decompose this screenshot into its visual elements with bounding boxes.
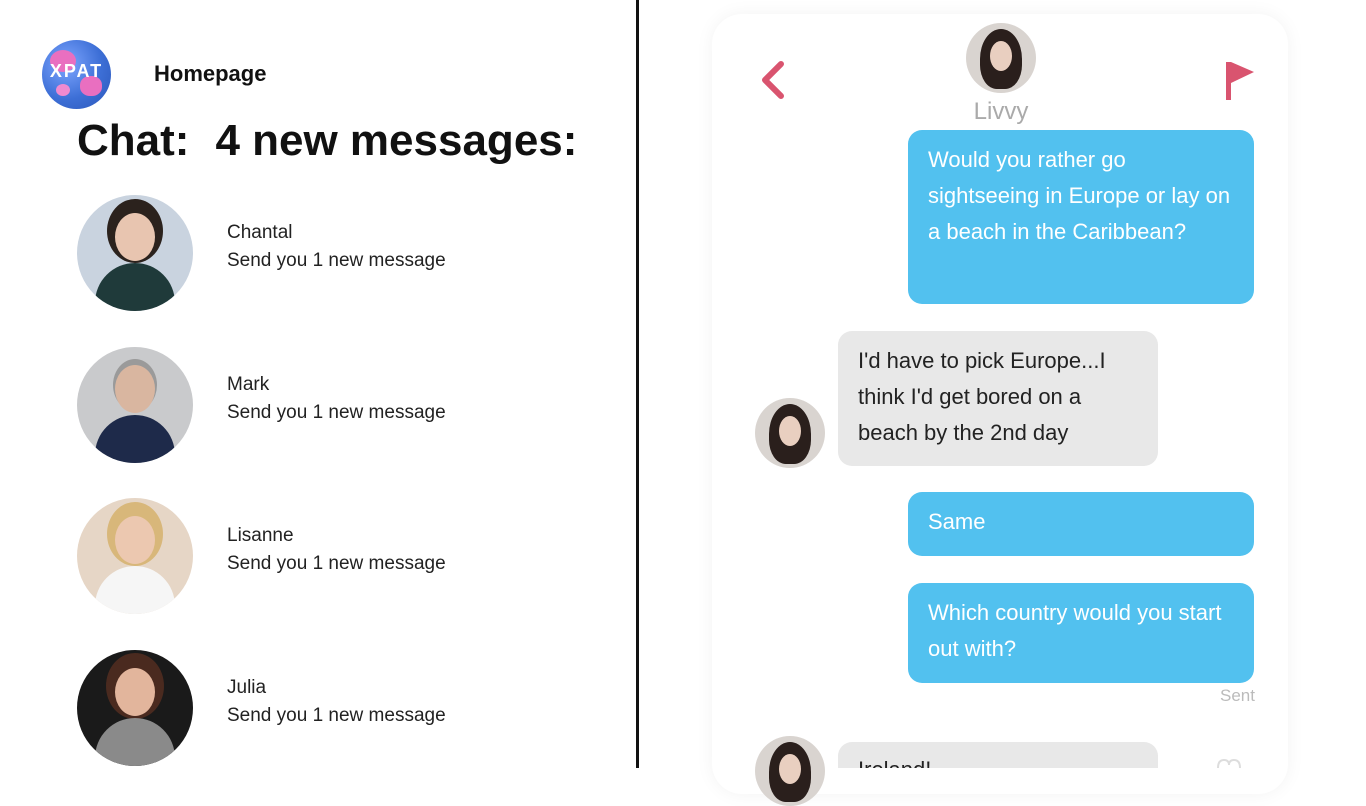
avatar-face (990, 41, 1012, 71)
message-bubble-outgoing: Which country would you start out with? (908, 583, 1254, 683)
contact-item-julia[interactable]: Julia Send you 1 new message (77, 650, 597, 766)
peer-avatar[interactable] (966, 23, 1036, 93)
avatar (77, 195, 193, 311)
contact-name: Chantal (227, 222, 293, 243)
contact-item-lisanne[interactable]: Lisanne Send you 1 new message (77, 498, 597, 614)
avatar-head (115, 668, 155, 716)
panel-divider (636, 0, 639, 768)
avatar-head (115, 365, 155, 413)
xpat-logo[interactable]: XPAT (42, 40, 111, 109)
contact-message: Send you 1 new message (227, 553, 446, 574)
flag-icon[interactable] (1220, 56, 1260, 104)
contacts-panel: XPAT Homepage Chat: 4 new messages: Chant… (0, 0, 636, 768)
homepage-link[interactable]: Homepage (154, 61, 266, 87)
contact-message: Send you 1 new message (227, 705, 446, 726)
peer-avatar-small (755, 736, 825, 806)
avatar-head (115, 516, 155, 564)
contact-item-mark[interactable]: Mark Send you 1 new message (77, 347, 597, 463)
avatar-body (95, 718, 175, 766)
peer-avatar-small (755, 398, 825, 468)
message-status: Sent (1220, 686, 1255, 705)
avatar (77, 498, 193, 614)
page-title: Chat: 4 new messages: (77, 116, 577, 166)
contact-item-chantal[interactable]: Chantal Send you 1 new message (77, 195, 597, 311)
contact-message: Send you 1 new message (227, 250, 446, 271)
heart-icon[interactable] (1214, 758, 1244, 768)
avatar-head (115, 213, 155, 261)
message-bubble-outgoing: Would you rather go sightseeing in Europ… (908, 130, 1254, 304)
contact-name: Lisanne (227, 525, 294, 546)
message-bubble-incoming: I'd have to pick Europe...I think I'd ge… (838, 331, 1158, 466)
new-messages-count: 4 new messages: (215, 116, 578, 165)
chat-label: Chat: (77, 116, 190, 165)
peer-name: Livvy (973, 98, 1029, 125)
avatar-body (95, 566, 175, 614)
avatar (77, 650, 193, 766)
logo-continent (56, 84, 70, 96)
message-bubble-incoming: Ireland! (838, 742, 1158, 768)
message-bubble-outgoing: Same (908, 492, 1254, 556)
avatar-face (779, 416, 801, 446)
chevron-left-icon[interactable] (755, 60, 795, 100)
logo-text: XPAT (49, 61, 104, 81)
contact-name: Mark (227, 374, 270, 395)
avatar-face (779, 754, 801, 784)
contact-name: Julia (227, 677, 267, 698)
avatar-body (95, 415, 175, 463)
avatar (77, 347, 193, 463)
contact-message: Send you 1 new message (227, 402, 446, 423)
avatar-body (95, 263, 175, 311)
